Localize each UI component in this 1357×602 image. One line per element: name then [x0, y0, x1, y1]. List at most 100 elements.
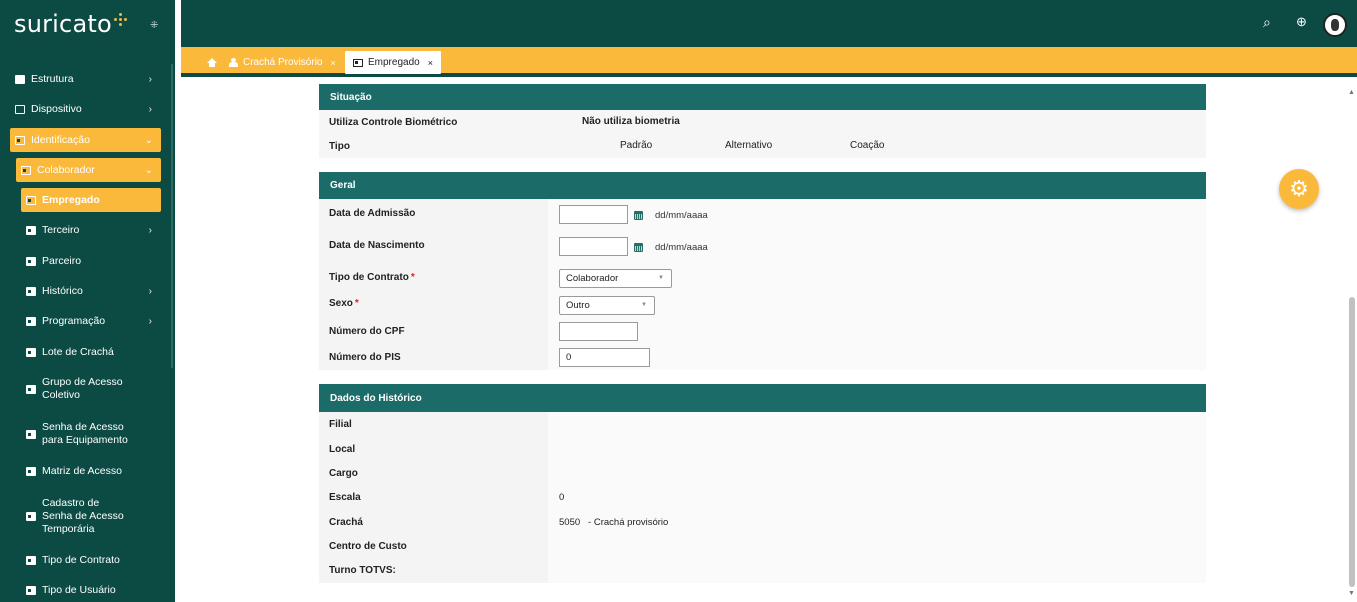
tipo-label: Tipo	[319, 135, 548, 158]
id-card-icon	[26, 555, 36, 565]
sidebar-item-label: Empregado	[42, 194, 100, 206]
sidebar-item-matriz-de-acesso[interactable]: Matriz de Acesso	[0, 462, 170, 480]
cracha-value: 5050 - Crachá provisório	[559, 517, 669, 528]
close-icon[interactable]: ×	[330, 58, 335, 68]
sidebar-item-label: Estrutura	[31, 73, 74, 85]
sidebar-item-tipo-de-contrato[interactable]: Tipo de Contrato	[0, 551, 170, 569]
user-avatar[interactable]	[1323, 13, 1347, 37]
sidebar-scrollbar[interactable]	[171, 64, 173, 368]
chevron-right-icon: ›	[148, 224, 152, 236]
sidebar-item-parceiro[interactable]: Parceiro	[0, 252, 170, 270]
search-icon[interactable]: ⌕	[1263, 14, 1271, 31]
id-card-icon	[26, 429, 36, 439]
collapse-menu-icon[interactable]: ⁜	[150, 20, 162, 31]
tab-cracha-provisorio[interactable]: Crachá Provisório ×	[229, 52, 336, 73]
person-badge-icon	[229, 58, 238, 67]
turno-totvs-label: Turno TOTVS:	[329, 565, 396, 576]
id-card-icon	[26, 347, 36, 357]
sidebar-item-identificacao[interactable]: Identificação ⌄	[10, 128, 161, 152]
tabs-bar: Crachá Provisório × Empregado ×	[181, 47, 1357, 77]
sidebar-item-label: Programação	[42, 315, 106, 327]
contrato-label: Tipo de Contrato *	[329, 272, 415, 283]
nascimento-date-input[interactable]	[559, 237, 628, 256]
sidebar-item-senha-de-acesso-equipamento[interactable]: Senha de Acesso para Equipamento	[0, 419, 170, 449]
sidebar-item-label: Histórico	[42, 285, 83, 297]
device-icon	[15, 104, 25, 114]
historico-values-column	[548, 412, 1206, 583]
sexo-label: Sexo *	[329, 298, 359, 309]
sidebar-item-empregado[interactable]: Empregado	[21, 188, 161, 212]
sidebar-header: suricato ⁜	[0, 0, 175, 47]
tab-empregado[interactable]: Empregado ×	[345, 51, 441, 74]
sidebar-item-colaborador[interactable]: Colaborador ⌄	[16, 158, 161, 182]
geral-body	[319, 199, 1206, 370]
admissao-date-input[interactable]	[559, 205, 628, 224]
id-card-icon	[15, 135, 25, 145]
historico-body	[319, 412, 1206, 583]
biometric-value-cell: Não utiliza biometria	[548, 110, 1206, 135]
escala-value: 0	[559, 492, 565, 503]
sidebar-item-label: Parceiro	[42, 255, 82, 267]
building-icon	[15, 74, 25, 84]
sidebar-item-terceiro[interactable]: Terceiro ›	[0, 221, 170, 239]
gear-icon: ⚙	[1289, 176, 1309, 201]
calendar-icon[interactable]	[634, 243, 643, 252]
sidebar-item-programacao[interactable]: Programação ›	[0, 312, 170, 330]
nascimento-label: Data de Nascimento	[329, 240, 425, 251]
row-biometric: Utiliza Controle Biométrico Não utiliza …	[319, 110, 1206, 135]
tipo-option-padrao[interactable]: Padrão	[620, 140, 652, 151]
sidebar-item-lote-de-cracha[interactable]: Lote de Crachá	[0, 343, 170, 361]
tab-home[interactable]	[207, 52, 217, 73]
sidebar-item-grupo-de-acesso-coletivo[interactable]: Grupo de Acesso Coletivo	[0, 374, 170, 404]
centro-de-custo-label: Centro de Custo	[329, 541, 407, 552]
id-card-icon	[26, 466, 36, 476]
logo-dots-icon	[113, 12, 128, 27]
sexo-select-value: Outro	[566, 300, 590, 311]
app-root: suricato ⁜ Estrutura › Dispositivo › Ide…	[0, 0, 1357, 602]
home-icon	[207, 58, 217, 67]
tipo-option-coacao[interactable]: Coação	[850, 140, 884, 151]
cpf-input[interactable]	[559, 322, 638, 341]
contrato-select[interactable]: Colaborador ▼	[559, 269, 672, 288]
biometric-label: Utiliza Controle Biométrico	[319, 110, 548, 135]
sidebar-item-historico[interactable]: Histórico ›	[0, 282, 170, 300]
caret-down-icon: ▼	[658, 275, 664, 281]
section-historico-header: Dados do Histórico	[319, 384, 1206, 412]
admissao-format-hint: dd/mm/aaaa	[655, 210, 708, 221]
tab-label: Crachá Provisório	[243, 57, 323, 68]
required-mark: *	[410, 272, 415, 283]
sexo-label-text: Sexo	[329, 298, 353, 309]
scroll-down-icon[interactable]: ▼	[1348, 590, 1355, 597]
scroll-up-icon[interactable]: ▲	[1348, 89, 1355, 96]
sidebar-item-estrutura[interactable]: Estrutura ›	[0, 70, 170, 88]
app-logo[interactable]: suricato	[14, 10, 112, 38]
admissao-label: Data de Admissão	[329, 208, 416, 219]
sidebar-item-dispositivo[interactable]: Dispositivo ›	[0, 100, 170, 118]
tipo-option-alternativo[interactable]: Alternativo	[725, 140, 772, 151]
sidebar-item-label: Identificação	[31, 134, 90, 146]
close-icon[interactable]: ×	[428, 58, 433, 68]
chevron-right-icon: ›	[148, 315, 152, 327]
filial-label: Filial	[329, 419, 352, 430]
id-card-icon	[26, 316, 36, 326]
chevron-down-icon: ⌄	[144, 164, 153, 176]
cracha-label: Crachá	[329, 517, 363, 528]
id-card-icon	[26, 195, 36, 205]
sidebar-item-cadastro-senha-temporaria[interactable]: Cadastro de Senha de Acesso Temporária	[0, 494, 170, 538]
content-scrollbar[interactable]: ▲ ▼	[1347, 87, 1357, 602]
geral-labels-column	[319, 199, 548, 370]
calendar-icon[interactable]	[634, 211, 643, 220]
required-mark: *	[354, 298, 359, 309]
chevron-right-icon: ›	[148, 73, 152, 85]
top-bar: ⌕ ⊕	[181, 0, 1357, 47]
globe-icon[interactable]: ⊕	[1296, 14, 1307, 30]
pis-input[interactable]: 0	[559, 348, 650, 367]
nascimento-format-hint: dd/mm/aaaa	[655, 242, 708, 253]
sidebar-item-tipo-de-usuario[interactable]: Tipo de Usuário	[0, 581, 170, 599]
main-content: Situação Utiliza Controle Biométrico Não…	[181, 77, 1347, 602]
sidebar-item-label: Tipo de Usuário	[42, 584, 116, 596]
scrollbar-thumb[interactable]	[1349, 297, 1355, 587]
chevron-right-icon: ›	[148, 103, 152, 115]
settings-gear-button[interactable]: ⚙	[1279, 169, 1319, 209]
sexo-select[interactable]: Outro ▼	[559, 296, 655, 315]
